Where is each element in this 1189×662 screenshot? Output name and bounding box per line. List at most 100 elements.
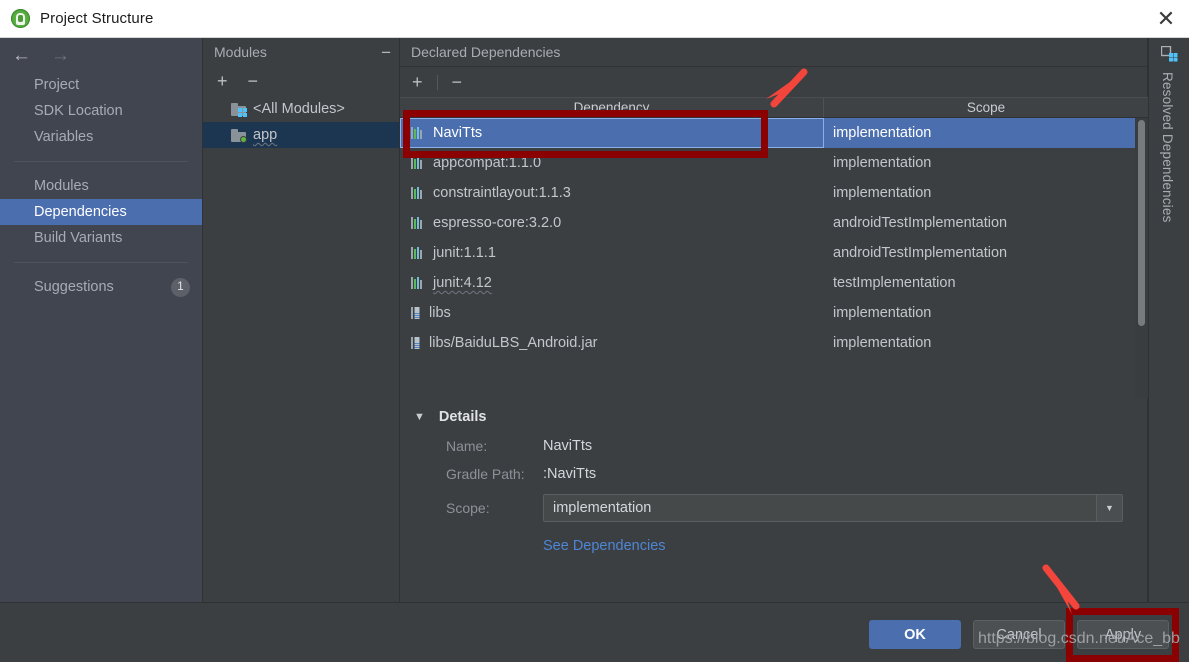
scope-cell: androidTestImplementation [833,245,1008,261]
dependencies-table: Dependency Scope NaviTts implementation … [400,97,1148,399]
dependency-name: NaviTts [433,125,483,141]
scope-select-value: implementation [553,500,652,516]
table-header-row: Dependency Scope [400,97,1148,118]
modules-icon [1161,46,1178,62]
module-item-label: app [253,127,278,143]
jar-icon [411,337,420,349]
add-dependency-button[interactable]: + [412,73,423,91]
dependency-cell: junit:4.12 [400,268,824,298]
table-row[interactable]: junit:4.12 testImplementation [400,268,1148,298]
close-icon[interactable]: ✕ [1143,0,1189,37]
table-row[interactable]: libs implementation [400,298,1148,328]
modules-panel-header: Modules − [203,38,399,66]
gradle-path-label: Gradle Path: [446,466,525,482]
sidebar-item-project[interactable]: Project [0,72,202,98]
sidebar-item-label: Suggestions [34,279,114,295]
column-header-scope[interactable]: Scope [824,98,1148,117]
forward-arrow-icon[interactable]: → [51,46,70,65]
table-body: NaviTts implementation appcompat:1.1.0 i… [400,118,1148,398]
dependency-cell: libs [400,298,824,328]
chevron-down-icon[interactable]: ▼ [1096,495,1122,521]
table-row[interactable]: NaviTts implementation [400,118,1148,148]
sidebar-item-sdk-location[interactable]: SDK Location [0,98,202,124]
scope-cell: implementation [833,155,932,171]
scope-select[interactable]: implementation ▼ [543,494,1123,522]
module-item-app[interactable]: app [203,122,399,148]
left-sidebar: ← → Project SDK Location Variables Modul… [0,38,202,602]
module-item-all-modules[interactable]: <All Modules> [203,96,399,122]
module-item-label: <All Modules> [253,101,345,117]
dependency-cell: appcompat:1.1.0 [400,148,824,178]
sidebar-item-label: Build Variants [34,230,123,246]
sidebar-item-label: Modules [34,178,89,194]
scope-cell: implementation [833,125,932,141]
declared-dependencies-title: Declared Dependencies [411,44,561,60]
table-row[interactable]: constraintlayout:1.1.3 implementation [400,178,1148,208]
scope-label: Scope: [446,500,490,516]
dependency-name: junit:1.1.1 [433,245,496,261]
scope-cell: testImplementation [833,275,956,291]
name-value: NaviTts [543,438,593,454]
name-label: Name: [446,438,488,454]
collapse-panel-icon[interactable]: − [381,44,391,61]
sidebar-divider [14,161,188,162]
library-icon [411,157,422,169]
modules-panel: Modules − + − <All Modules> app [202,38,400,602]
dependency-cell: constraintlayout:1.1.3 [400,178,824,208]
table-scrollbar-thumb[interactable] [1138,120,1145,326]
jar-icon [411,307,420,319]
dependency-cell: NaviTts [400,118,824,148]
dependency-name: junit:4.12 [433,275,492,291]
column-header-dependency[interactable]: Dependency [400,98,824,117]
resolved-dependencies-tab[interactable]: Resolved Dependencies [1148,38,1189,602]
sidebar-item-label: Project [34,77,80,93]
folder-module-icon [231,128,247,143]
details-gradle-path-row: Gradle Path: :NaviTts [400,460,1148,488]
dependencies-toolbar: + − [400,67,1147,97]
dependency-cell: libs/BaiduLBS_Android.jar [400,328,824,358]
modules-toolbar: + − [203,66,399,96]
dependency-cell: junit:1.1.1 [400,238,824,268]
sidebar-item-modules[interactable]: Modules [0,173,202,199]
table-row[interactable]: espresso-core:3.2.0 androidTestImplement… [400,208,1148,238]
remove-dependency-button[interactable]: − [452,73,463,91]
table-row[interactable]: junit:1.1.1 androidTestImplementation [400,238,1148,268]
library-icon [411,217,422,229]
sidebar-item-dependencies[interactable]: Dependencies [0,199,202,225]
table-row[interactable]: appcompat:1.1.0 implementation [400,148,1148,178]
table-scrollbar-track[interactable] [1135,118,1148,398]
window-titlebar: Project Structure ✕ [0,0,1189,38]
library-icon [411,277,422,289]
details-header[interactable]: ▼ Details [400,402,1148,432]
scope-cell: implementation [833,185,932,201]
declared-dependencies-header: Declared Dependencies [400,38,1147,67]
table-row[interactable]: libs/BaiduLBS_Android.jar implementation [400,328,1148,358]
remove-module-button[interactable]: − [248,72,259,90]
dependency-name: espresso-core:3.2.0 [433,215,562,231]
chevron-down-icon[interactable]: ▼ [414,411,425,423]
navigation-arrows: ← → [0,38,202,72]
watermark-text: https://blog.csdn.net/Ace_bb [978,630,1180,647]
android-studio-icon [11,9,30,28]
details-name-row: Name: NaviTts [400,432,1148,460]
sidebar-item-variables[interactable]: Variables [0,124,202,150]
dependency-cell: espresso-core:3.2.0 [400,208,824,238]
dependency-name: appcompat:1.1.0 [433,155,542,171]
ok-button[interactable]: OK [869,620,961,649]
modules-panel-title: Modules [214,44,267,60]
see-dependencies-link[interactable]: See Dependencies [400,538,1148,554]
back-arrow-icon[interactable]: ← [12,46,31,65]
details-scope-row: Scope: implementation ▼ [400,488,1148,528]
sidebar-divider [14,262,188,263]
library-icon [411,247,422,259]
scope-cell: implementation [833,305,932,321]
sidebar-item-suggestions[interactable]: Suggestions 1 [0,274,202,300]
sidebar-item-label: Dependencies [34,204,127,220]
library-icon [411,127,422,139]
add-module-button[interactable]: + [217,72,228,90]
scope-cell: implementation [833,335,932,351]
details-title: Details [438,409,487,425]
sidebar-item-build-variants[interactable]: Build Variants [0,225,202,251]
suggestions-badge: 1 [171,277,190,297]
declared-dependencies-panel: Declared Dependencies + − Dependency Sco… [400,38,1148,602]
